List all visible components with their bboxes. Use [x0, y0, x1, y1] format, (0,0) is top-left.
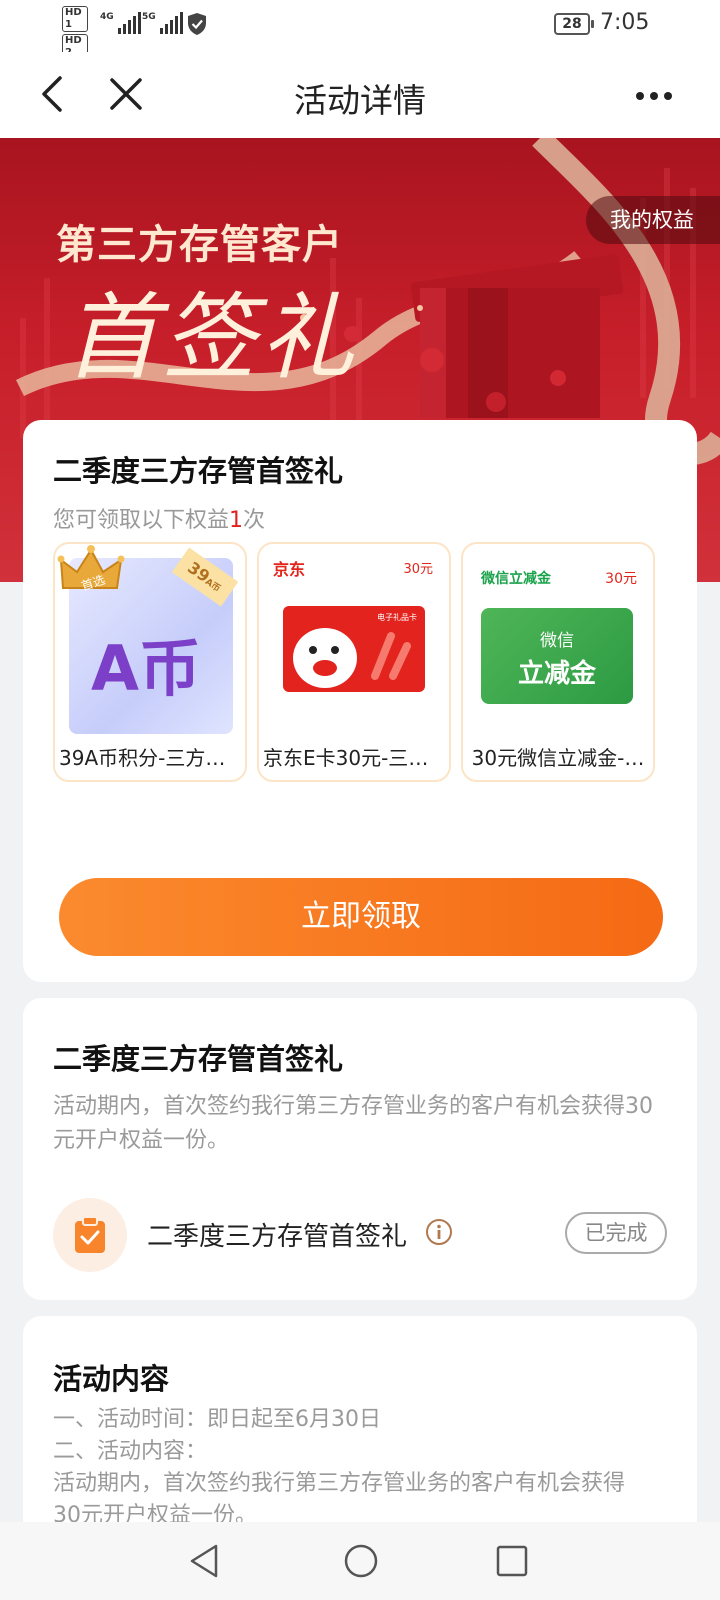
info-icon[interactable] [425, 1218, 453, 1246]
task-title: 二季度三方存管首签礼 [53, 1042, 344, 1076]
task-description: 活动期内，首次签约我行第三方存管业务的客户有机会获得30元开户权益一份。 [53, 1094, 653, 1153]
content-line: 二、活动内容： [53, 1439, 208, 1464]
wechat-voucher-image: 微信 立减金 [481, 608, 633, 704]
status-badge: 已完成 [565, 1212, 667, 1254]
content-line: 一、活动时间：即日起至6月30日 [53, 1407, 381, 1432]
page-title: 活动详情 [294, 81, 426, 120]
crown-icon [57, 545, 125, 589]
jd-gift-card-image: 电子礼品卡 [283, 606, 425, 692]
clock: 7:05 [600, 10, 650, 35]
system-navigation-bar [0, 1522, 720, 1600]
prize-jd-card[interactable]: 京东 30元 电子礼品卡 京东E卡30元-三方… [257, 542, 451, 782]
claim-count: 1 [229, 508, 244, 533]
hd1-label: HD 1 [62, 6, 88, 32]
task-card: 二季度三方存管首签礼 活动期内，首次签约我行第三方存管业务的客户有机会获得30元… [23, 998, 697, 1300]
prize-name: 30元微信立减金-… [471, 746, 645, 770]
task-icon-wrapper [53, 1198, 127, 1272]
prize-name: 京东E卡30元-三方… [263, 746, 449, 770]
coin-corner-tag: 39A币 [171, 547, 239, 607]
square-recent-icon[interactable] [494, 1542, 530, 1580]
wechat-brand: 微信立减金 [481, 571, 551, 587]
battery-icon: 28 [554, 13, 594, 35]
prize-wechat-voucher[interactable]: 微信立减金 30元 微信 立减金 30元微信立减金-… [461, 542, 655, 782]
jd-logo: 京东 [273, 560, 306, 579]
my-rights-button[interactable]: 我的权益 [586, 196, 720, 244]
content-line: 活动期内，首次签约我行第三方存管业务的客户有机会获得 [53, 1471, 626, 1496]
rewards-title: 二季度三方存管首签礼 [53, 454, 344, 488]
navigation-bar: 活动详情 [0, 52, 720, 138]
jd-price: 30元 [403, 562, 433, 577]
claim-now-button[interactable]: 立即领取 [59, 878, 663, 956]
status-bar: HD 1 HD 2 4G 5G 28 7:05 [0, 0, 720, 60]
rewards-card: 二季度三方存管首签礼 您可领取以下权益1次 A币 39A币 首选 39A币积分-… [23, 420, 697, 982]
rewards-subtitle: 您可领取以下权益1次 [53, 508, 266, 533]
a-coin-text: A币 [91, 632, 201, 705]
banner-headline: 首签礼 [64, 284, 359, 393]
clipboard-check-icon [75, 1216, 105, 1253]
content-title: 活动内容 [53, 1362, 170, 1396]
task-label: 二季度三方存管首签礼 [147, 1222, 408, 1252]
triangle-back-icon[interactable] [186, 1542, 222, 1580]
wechat-price: 30元 [605, 571, 637, 587]
signal-1-icon: 4G [100, 12, 141, 34]
shield-icon [188, 13, 206, 35]
circle-home-icon[interactable] [342, 1542, 380, 1580]
signal-2-icon: 5G [142, 12, 183, 34]
prize-a-coin[interactable]: A币 39A币 首选 39A币积分-三方存管 [53, 542, 247, 782]
prize-name: 39A币积分-三方存管 [59, 746, 245, 770]
more-horizontal-icon[interactable] [630, 78, 678, 114]
